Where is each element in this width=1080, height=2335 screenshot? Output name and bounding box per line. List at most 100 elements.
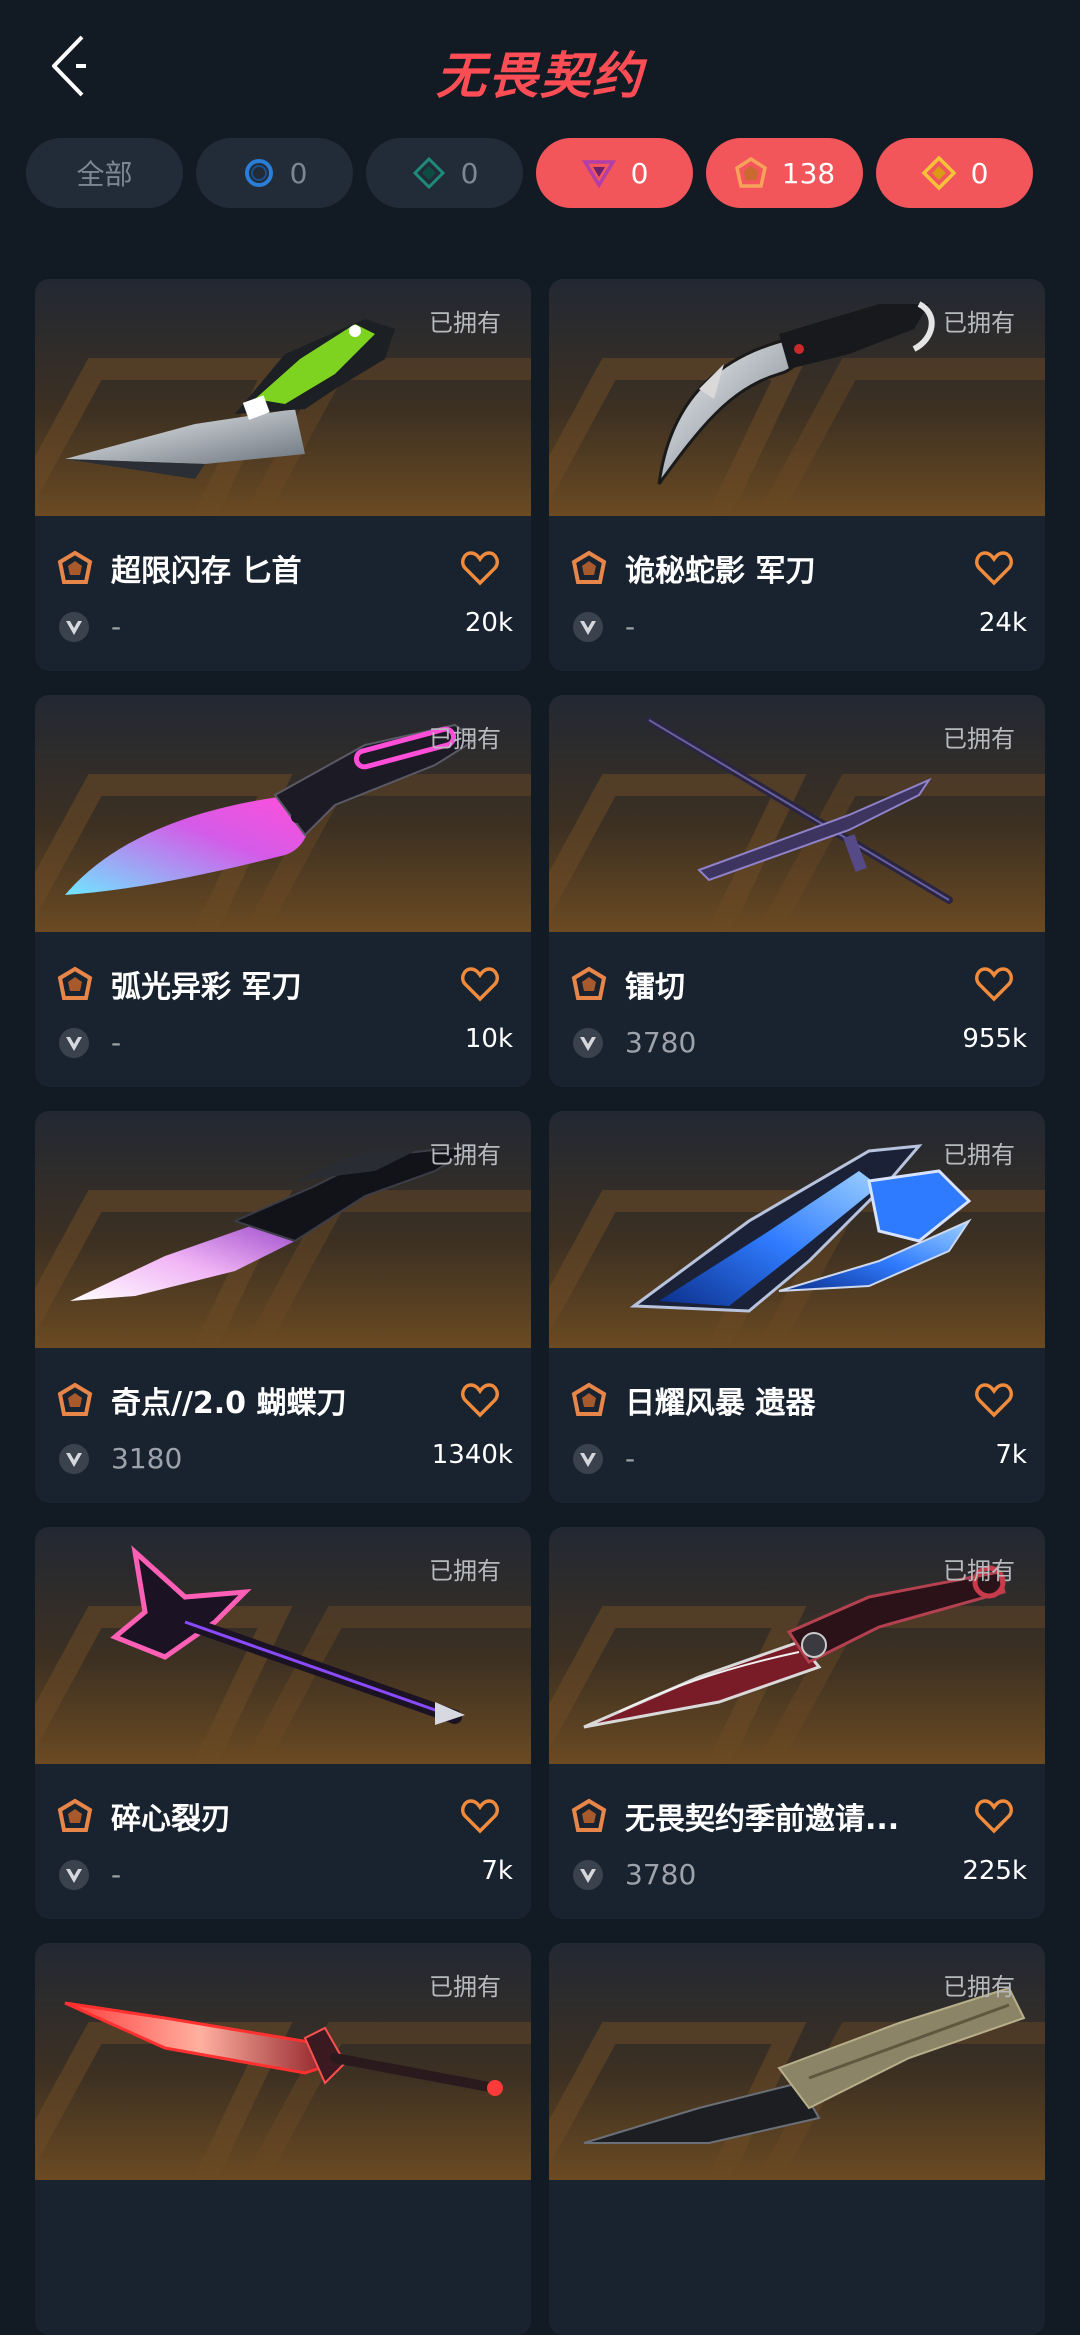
orange-pentagon-icon bbox=[57, 1382, 93, 1416]
like-count: 7k bbox=[995, 1440, 1027, 1470]
owned-badge: 已拥有 bbox=[429, 1557, 501, 1585]
weapon-name: 镭切 bbox=[625, 970, 685, 1005]
heart-icon[interactable] bbox=[461, 1382, 499, 1418]
valorant-points-icon bbox=[573, 612, 603, 642]
weapon-name: 碎心裂刃 bbox=[111, 1802, 231, 1837]
weapon-card[interactable]: 已拥有 bbox=[35, 1943, 531, 2335]
weapon-card[interactable]: 已拥有 bbox=[549, 1943, 1045, 2335]
orange-pentagon-icon bbox=[571, 1382, 607, 1416]
filter-teal-tier[interactable]: 0 bbox=[366, 138, 523, 208]
heart-icon[interactable] bbox=[975, 1382, 1013, 1418]
weapon-card[interactable]: 已拥有 碎心裂刃 - 7k bbox=[35, 1527, 531, 1919]
filter-count: 0 bbox=[289, 156, 308, 190]
valorant-points-icon bbox=[59, 1028, 89, 1058]
heart-icon[interactable] bbox=[461, 1798, 499, 1834]
gold-diamond-icon bbox=[921, 155, 957, 191]
owned-badge: 已拥有 bbox=[943, 1973, 1015, 2001]
weapon-card[interactable]: 已拥有 日耀风暴 遗器 - 7k bbox=[549, 1111, 1045, 1503]
card-info: 镭切 3780 955k bbox=[549, 932, 1045, 1087]
filter-gold-tier[interactable]: 0 bbox=[876, 138, 1033, 208]
weapon-card[interactable]: 已拥有 弧光异彩 军刀 - 10k bbox=[35, 695, 531, 1087]
weapon-price: 3780 bbox=[625, 1858, 697, 1891]
like-count: 20k bbox=[464, 608, 513, 638]
weapon-grid: 已拥有 超限闪存 匕首 - 20k 已拥有 诡秘蛇影 军刀 - 24k 已拥有 … bbox=[35, 279, 1045, 2335]
weapon-image: 已拥有 bbox=[35, 1527, 531, 1764]
filter-count: 0 bbox=[970, 156, 989, 190]
owned-badge: 已拥有 bbox=[429, 1141, 501, 1169]
card-info: 无畏契约季前邀请... 3780 225k bbox=[549, 1764, 1045, 1919]
heart-icon[interactable] bbox=[975, 550, 1013, 586]
weapon-price: 3780 bbox=[625, 1026, 697, 1059]
weapon-name: 日耀风暴 遗器 bbox=[625, 1386, 816, 1421]
weapon-price: - bbox=[111, 610, 122, 643]
heart-icon[interactable] bbox=[461, 550, 499, 586]
owned-badge: 已拥有 bbox=[429, 725, 501, 753]
weapon-image: 已拥有 bbox=[549, 1527, 1045, 1764]
card-info: 奇点//2.0 蝴蝶刀 3180 1340k bbox=[35, 1348, 531, 1503]
owned-badge: 已拥有 bbox=[943, 725, 1015, 753]
filter-purple-tier[interactable]: 0 bbox=[536, 138, 693, 208]
heart-icon[interactable] bbox=[975, 966, 1013, 1002]
weapon-image: 已拥有 bbox=[35, 1111, 531, 1348]
weapon-card[interactable]: 已拥有 镭切 3780 955k bbox=[549, 695, 1045, 1087]
like-count: 24k bbox=[978, 608, 1027, 638]
orange-pentagon-icon bbox=[571, 550, 607, 584]
owned-badge: 已拥有 bbox=[429, 309, 501, 337]
valorant-points-icon bbox=[573, 1028, 603, 1058]
filter-count: 0 bbox=[630, 156, 649, 190]
valorant-points-icon bbox=[59, 612, 89, 642]
blue-ring-icon bbox=[242, 156, 276, 190]
weapon-image: 已拥有 bbox=[549, 1111, 1045, 1348]
card-info: 弧光异彩 军刀 - 10k bbox=[35, 932, 531, 1087]
card-info: 诡秘蛇影 军刀 - 24k bbox=[549, 516, 1045, 671]
weapon-image: 已拥有 bbox=[35, 695, 531, 932]
filter-orange-tier[interactable]: 138 bbox=[706, 138, 863, 208]
owned-badge: 已拥有 bbox=[429, 1973, 501, 2001]
card-info bbox=[549, 2180, 1045, 2335]
weapon-name: 奇点//2.0 蝴蝶刀 bbox=[111, 1386, 347, 1421]
owned-badge: 已拥有 bbox=[943, 1557, 1015, 1585]
filter-blue-tier[interactable]: 0 bbox=[196, 138, 353, 208]
heart-icon[interactable] bbox=[461, 966, 499, 1002]
valorant-points-icon bbox=[59, 1444, 89, 1474]
filter-bar: 全部 0 0 0 138 0 bbox=[26, 138, 1056, 208]
orange-pentagon-icon bbox=[57, 1798, 93, 1832]
heart-icon[interactable] bbox=[975, 1798, 1013, 1834]
weapon-card[interactable]: 已拥有 无畏契约季前邀请... 3780 225k bbox=[549, 1527, 1045, 1919]
weapon-name: 无畏契约季前邀请... bbox=[625, 1802, 900, 1837]
weapon-price: - bbox=[111, 1858, 122, 1891]
weapon-price: - bbox=[625, 610, 636, 643]
weapon-card[interactable]: 已拥有 奇点//2.0 蝴蝶刀 3180 1340k bbox=[35, 1111, 531, 1503]
weapon-image: 已拥有 bbox=[35, 279, 531, 516]
orange-pentagon-icon bbox=[734, 156, 768, 190]
filter-label: 全部 bbox=[76, 158, 133, 191]
orange-pentagon-icon bbox=[57, 966, 93, 1000]
card-info: 超限闪存 匕首 - 20k bbox=[35, 516, 531, 671]
weapon-image: 已拥有 bbox=[549, 1943, 1045, 2180]
like-count: 7k bbox=[481, 1856, 513, 1886]
weapon-image: 已拥有 bbox=[35, 1943, 531, 2180]
weapon-name: 超限闪存 匕首 bbox=[111, 554, 302, 589]
like-count: 10k bbox=[464, 1024, 513, 1054]
weapon-card[interactable]: 已拥有 诡秘蛇影 军刀 - 24k bbox=[549, 279, 1045, 671]
weapon-price: - bbox=[111, 1026, 122, 1059]
like-count: 955k bbox=[962, 1024, 1027, 1054]
weapon-name: 弧光异彩 军刀 bbox=[111, 970, 302, 1005]
weapon-image: 已拥有 bbox=[549, 695, 1045, 932]
weapon-card[interactable]: 已拥有 超限闪存 匕首 - 20k bbox=[35, 279, 531, 671]
like-count: 225k bbox=[962, 1856, 1027, 1886]
valorant-points-icon bbox=[573, 1444, 603, 1474]
owned-badge: 已拥有 bbox=[943, 309, 1015, 337]
card-info bbox=[35, 2180, 531, 2335]
weapon-image: 已拥有 bbox=[549, 279, 1045, 516]
orange-pentagon-icon bbox=[571, 966, 607, 1000]
orange-pentagon-icon bbox=[571, 1798, 607, 1832]
card-info: 碎心裂刃 - 7k bbox=[35, 1764, 531, 1919]
like-count: 1340k bbox=[431, 1440, 513, 1470]
header: 无畏契约 bbox=[0, 0, 1080, 135]
orange-pentagon-icon bbox=[57, 550, 93, 584]
filter-count: 138 bbox=[781, 156, 836, 190]
valorant-points-icon bbox=[573, 1860, 603, 1890]
valorant-points-icon bbox=[59, 1860, 89, 1890]
filter-all[interactable]: 全部 bbox=[26, 138, 183, 208]
